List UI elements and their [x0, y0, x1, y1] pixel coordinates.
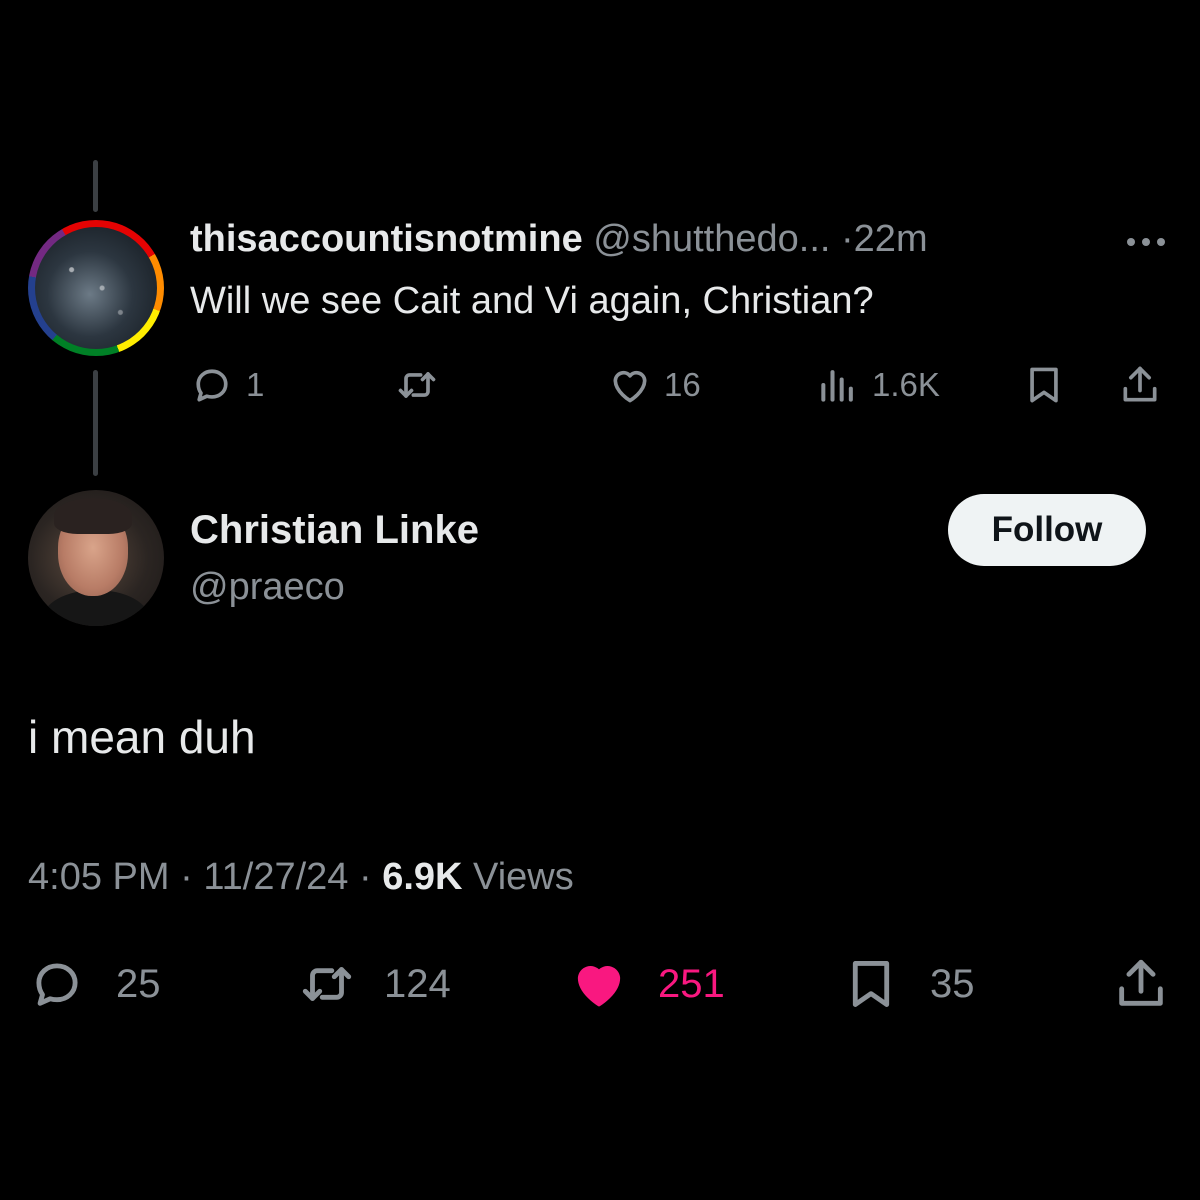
parent-views-button[interactable]: 1.6K: [816, 362, 940, 408]
main-retweet-button[interactable]: 124: [298, 954, 451, 1014]
main-share-button[interactable]: [1112, 954, 1170, 1014]
parent-reply-count: 1: [246, 366, 265, 403]
main-tweet-text: i mean duh: [28, 711, 256, 763]
meta-separator: ·: [358, 856, 372, 898]
main-like-button[interactable]: 251: [570, 954, 725, 1014]
tweet-date[interactable]: 11/27/24: [203, 856, 348, 898]
bookmark-icon: [1030, 367, 1058, 403]
main-bookmark-button[interactable]: 35: [842, 954, 975, 1014]
parent-reply-button[interactable]: 1: [190, 362, 264, 408]
main-reply-count: 25: [116, 961, 161, 1006]
thread-line-bottom: [93, 370, 98, 476]
retweet-icon: [302, 967, 352, 1001]
tweet-views-label: Views: [473, 856, 574, 898]
bookmark-icon: [852, 961, 890, 1007]
parent-views-count: 1.6K: [872, 366, 940, 403]
main-reply-button[interactable]: 25: [28, 954, 161, 1014]
parent-avatar-image: [35, 227, 157, 349]
main-handle[interactable]: @praeco: [190, 566, 345, 609]
reply-icon: [36, 963, 78, 1006]
parent-display-name[interactable]: thisaccountisnotmine: [190, 218, 583, 260]
tweet-views-count: 6.9K: [382, 856, 463, 898]
parent-avatar[interactable]: [28, 220, 164, 356]
main-display-name[interactable]: Christian Linke: [190, 508, 479, 553]
views-icon: [821, 370, 853, 402]
share-icon: [1119, 959, 1163, 1006]
meta-separator: ·: [180, 856, 193, 898]
parent-like-button[interactable]: 16: [608, 362, 701, 408]
share-icon: [1123, 366, 1157, 402]
parent-bookmark-button[interactable]: [1022, 362, 1066, 408]
follow-button[interactable]: Follow: [948, 494, 1146, 566]
parent-time[interactable]: 22m: [854, 218, 928, 260]
reply-icon: [196, 369, 228, 402]
parent-retweet-button[interactable]: [395, 362, 439, 408]
like-icon: [577, 966, 621, 1007]
more-icon[interactable]: [1124, 232, 1168, 252]
parent-tweet-text: Will we see Cait and Vi again, Christian…: [190, 280, 874, 322]
tweet-meta: 4:05 PM · 11/27/24 · 6.9K Views: [28, 856, 574, 899]
tweet-time[interactable]: 4:05 PM: [28, 856, 170, 898]
like-icon: [613, 370, 647, 403]
main-bookmark-count: 35: [930, 961, 975, 1006]
retweet-icon: [398, 372, 436, 398]
main-avatar[interactable]: [28, 490, 164, 626]
parent-like-count: 16: [664, 366, 701, 403]
thread-line-top: [93, 160, 98, 212]
parent-share-button[interactable]: [1118, 362, 1162, 408]
avatar-hair: [54, 498, 132, 534]
main-like-count: 251: [658, 961, 725, 1006]
main-retweet-count: 124: [384, 961, 451, 1006]
parent-separator: ·: [841, 218, 854, 260]
parent-tweet-header: thisaccountisnotmine @shutthedo... ·22m: [190, 218, 928, 261]
parent-handle[interactable]: @shutthedo...: [593, 218, 830, 260]
